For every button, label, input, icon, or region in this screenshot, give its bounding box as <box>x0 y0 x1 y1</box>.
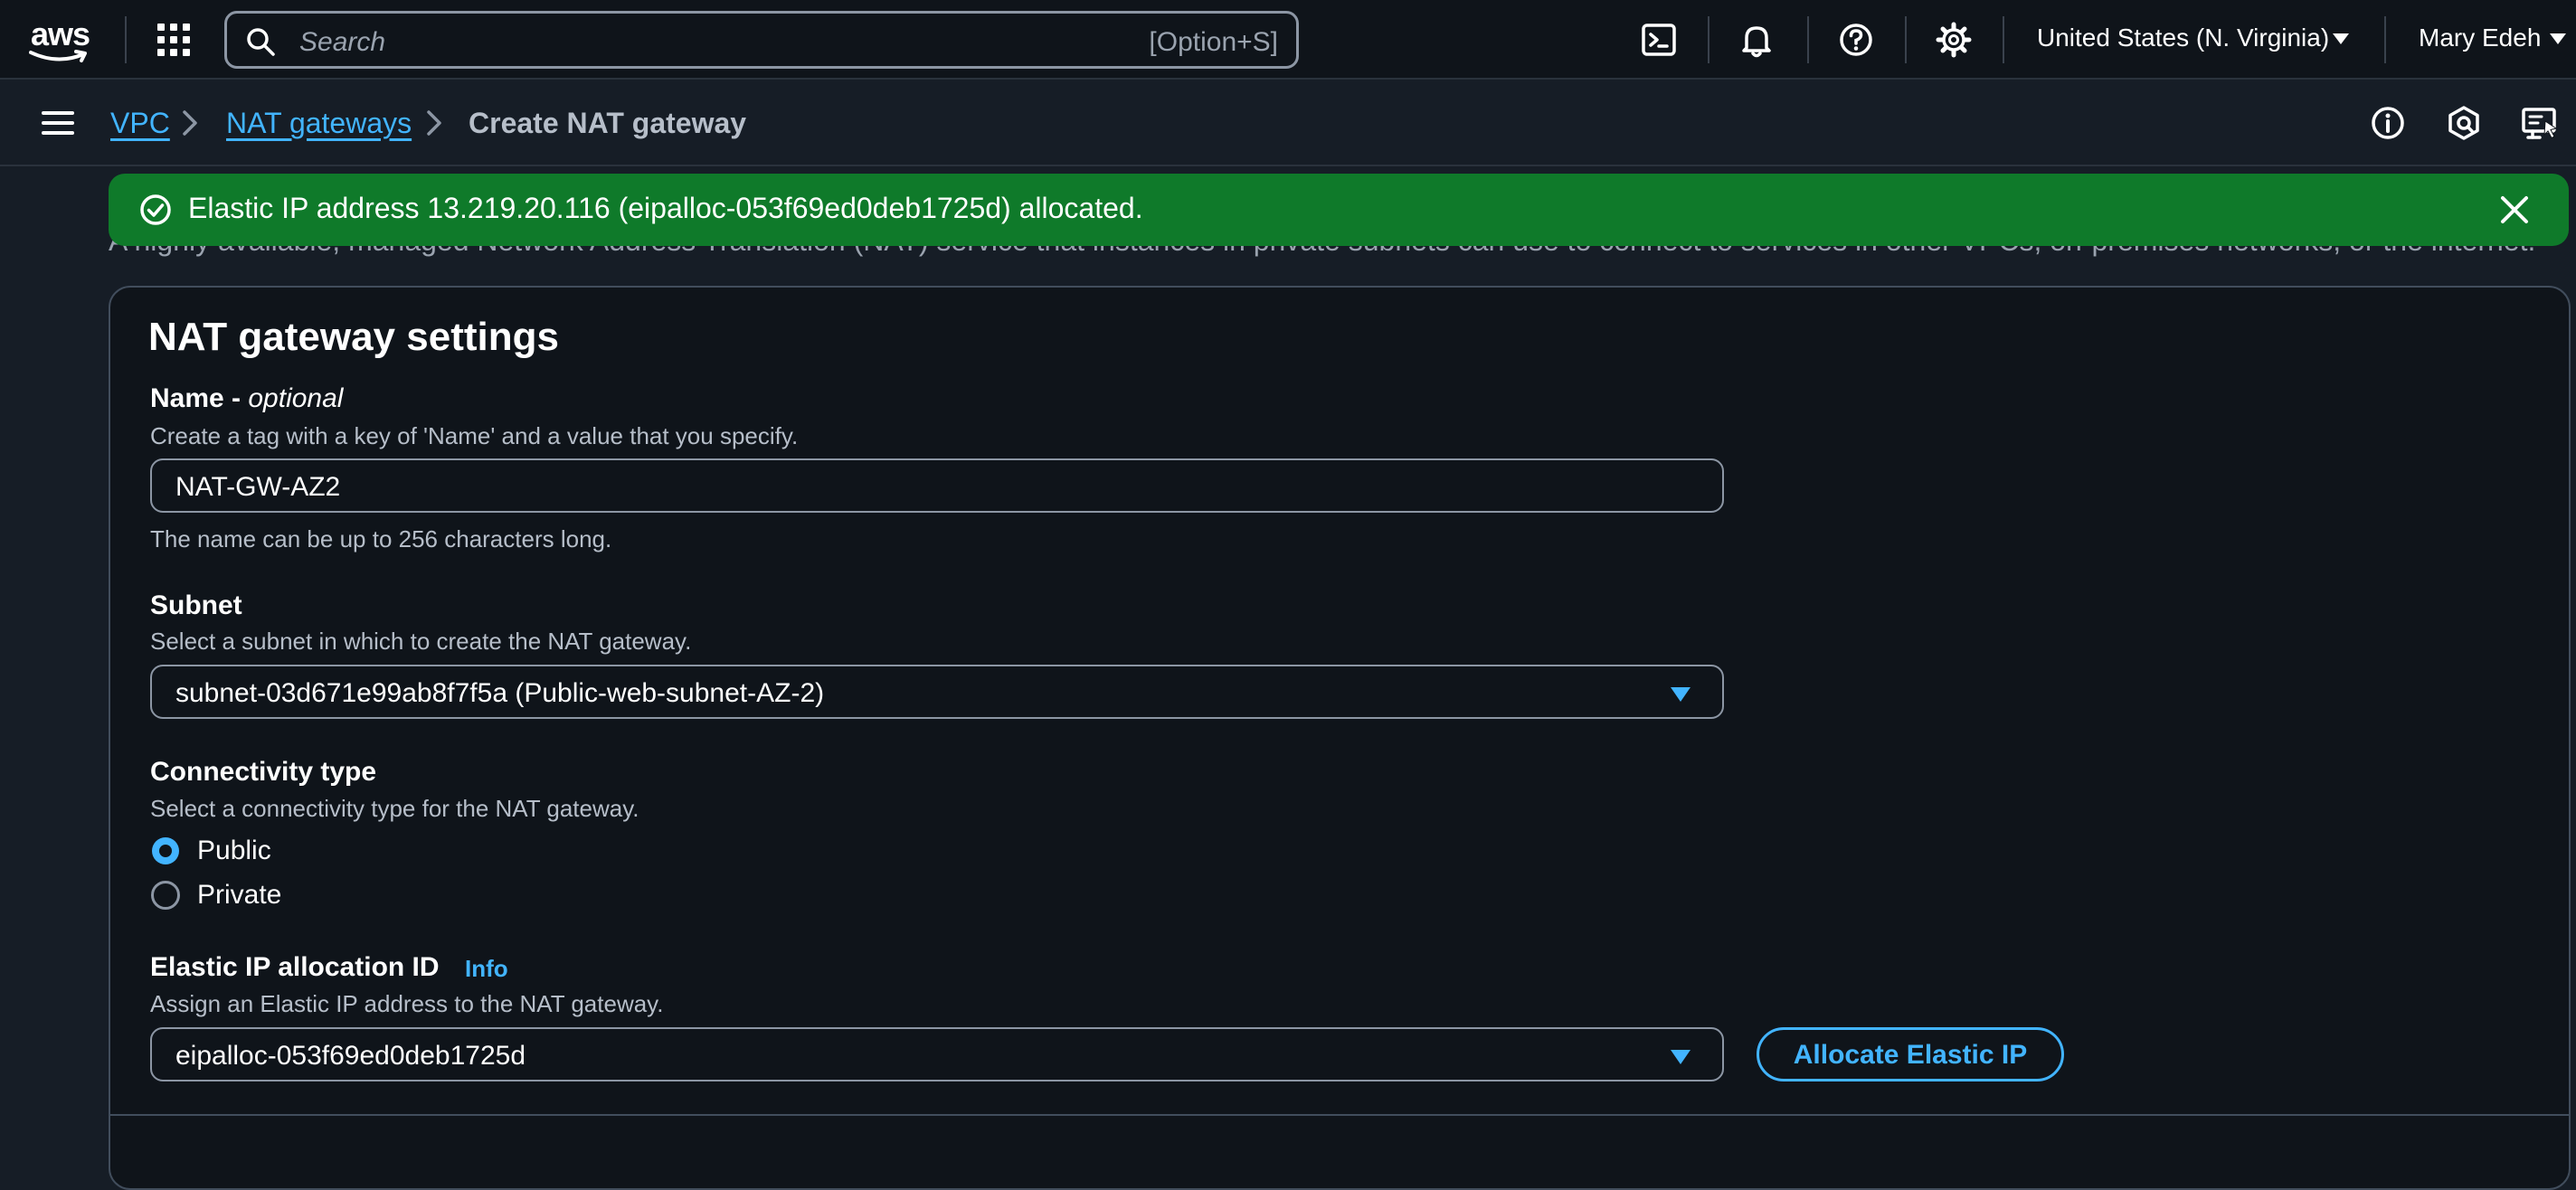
gear-icon[interactable] <box>1934 20 1974 60</box>
nav-divider <box>1807 16 1809 63</box>
subnet-hint: Select a subnet in which to create the N… <box>150 628 692 655</box>
name-hint: Create a tag with a key of 'Name' and a … <box>150 422 799 449</box>
breadcrumb-vpc[interactable]: VPC <box>110 107 170 140</box>
chevron-right-icon <box>183 110 197 136</box>
eip-select-value: eipalloc-053f69ed0deb1725d <box>175 1041 526 1071</box>
success-flashbar: Elastic IP address 13.219.20.116 (eipall… <box>109 174 2569 246</box>
info-circle-icon[interactable] <box>2368 103 2408 143</box>
menu-icon[interactable] <box>40 109 76 137</box>
name-input-value: NAT-GW-AZ2 <box>175 472 341 502</box>
radio-public-label[interactable]: Public <box>197 836 271 866</box>
nav-divider <box>1905 16 1907 63</box>
grid-icon[interactable] <box>154 20 194 60</box>
connectivity-label: Connectivity type <box>150 757 377 787</box>
radio-private-label[interactable]: Private <box>197 880 281 911</box>
help-icon[interactable] <box>1836 20 1876 60</box>
eip-select[interactable]: eipalloc-053f69ed0deb1725d <box>150 1027 1724 1081</box>
user-menu[interactable]: Mary Edeh <box>2419 24 2541 52</box>
nav-divider <box>125 16 127 63</box>
success-check-icon <box>140 194 171 225</box>
caret-down-icon <box>1671 687 1690 702</box>
aws-smile-icon <box>29 50 87 62</box>
breadcrumb-nat-gateways[interactable]: NAT gateways <box>226 107 412 140</box>
chevron-right-icon <box>427 110 441 136</box>
nav-divider <box>2003 16 2004 63</box>
search-shortcut: [Option+S] <box>1149 27 1278 57</box>
name-label-optional: optional <box>248 383 344 413</box>
name-constraint: The name can be up to 256 characters lon… <box>150 525 612 552</box>
breadcrumb-bar: VPC NAT gateways Create NAT gateway <box>0 80 2576 166</box>
flash-message: Elastic IP address 13.219.20.116 (eipall… <box>188 192 1143 224</box>
cloudshell-icon[interactable] <box>1639 20 1679 60</box>
subnet-select[interactable]: subnet-03d671e99ab8f7f5a (Public-web-sub… <box>150 665 1724 719</box>
close-icon[interactable] <box>2496 192 2533 228</box>
bell-icon[interactable] <box>1737 20 1776 60</box>
search-input[interactable]: Search [Option+S] <box>224 11 1299 69</box>
info-link[interactable]: Info <box>465 955 508 983</box>
hexagon-icon[interactable] <box>2444 103 2484 143</box>
search-icon <box>247 28 275 56</box>
name-label: Name - optional <box>150 383 343 414</box>
radio-public[interactable] <box>150 836 181 866</box>
name-label-text: Name - <box>150 383 249 413</box>
allocate-elastic-ip-button[interactable]: Allocate Elastic IP <box>1757 1027 2064 1081</box>
connectivity-hint: Select a connectivity type for the NAT g… <box>150 795 639 822</box>
name-input[interactable]: NAT-GW-AZ2 <box>150 458 1724 513</box>
caret-down-icon <box>1671 1050 1690 1064</box>
radio-private[interactable] <box>150 880 181 911</box>
top-navigation: aws Search [Option+S] United States (N. … <box>0 0 2576 80</box>
aws-logo-text: aws <box>31 15 90 52</box>
nav-divider <box>2384 16 2386 63</box>
nav-divider <box>1708 16 1709 63</box>
breadcrumb-current: Create NAT gateway <box>469 107 747 139</box>
subnet-label: Subnet <box>150 590 242 620</box>
aws-logo[interactable]: aws <box>29 16 94 63</box>
region-selector[interactable]: United States (N. Virginia) <box>2037 24 2329 52</box>
caret-down-icon[interactable] <box>2332 33 2350 45</box>
search-placeholder: Search <box>299 27 386 57</box>
section-title: NAT gateway settings <box>148 315 559 359</box>
display-feedback-icon[interactable] <box>2520 103 2560 143</box>
subnet-select-value: subnet-03d671e99ab8f7f5a (Public-web-sub… <box>175 678 825 708</box>
divider <box>109 1114 2571 1116</box>
eip-hint: Assign an Elastic IP address to the NAT … <box>150 990 664 1017</box>
caret-down-icon[interactable] <box>2549 33 2567 45</box>
eip-label: Elastic IP allocation ID <box>150 952 440 982</box>
